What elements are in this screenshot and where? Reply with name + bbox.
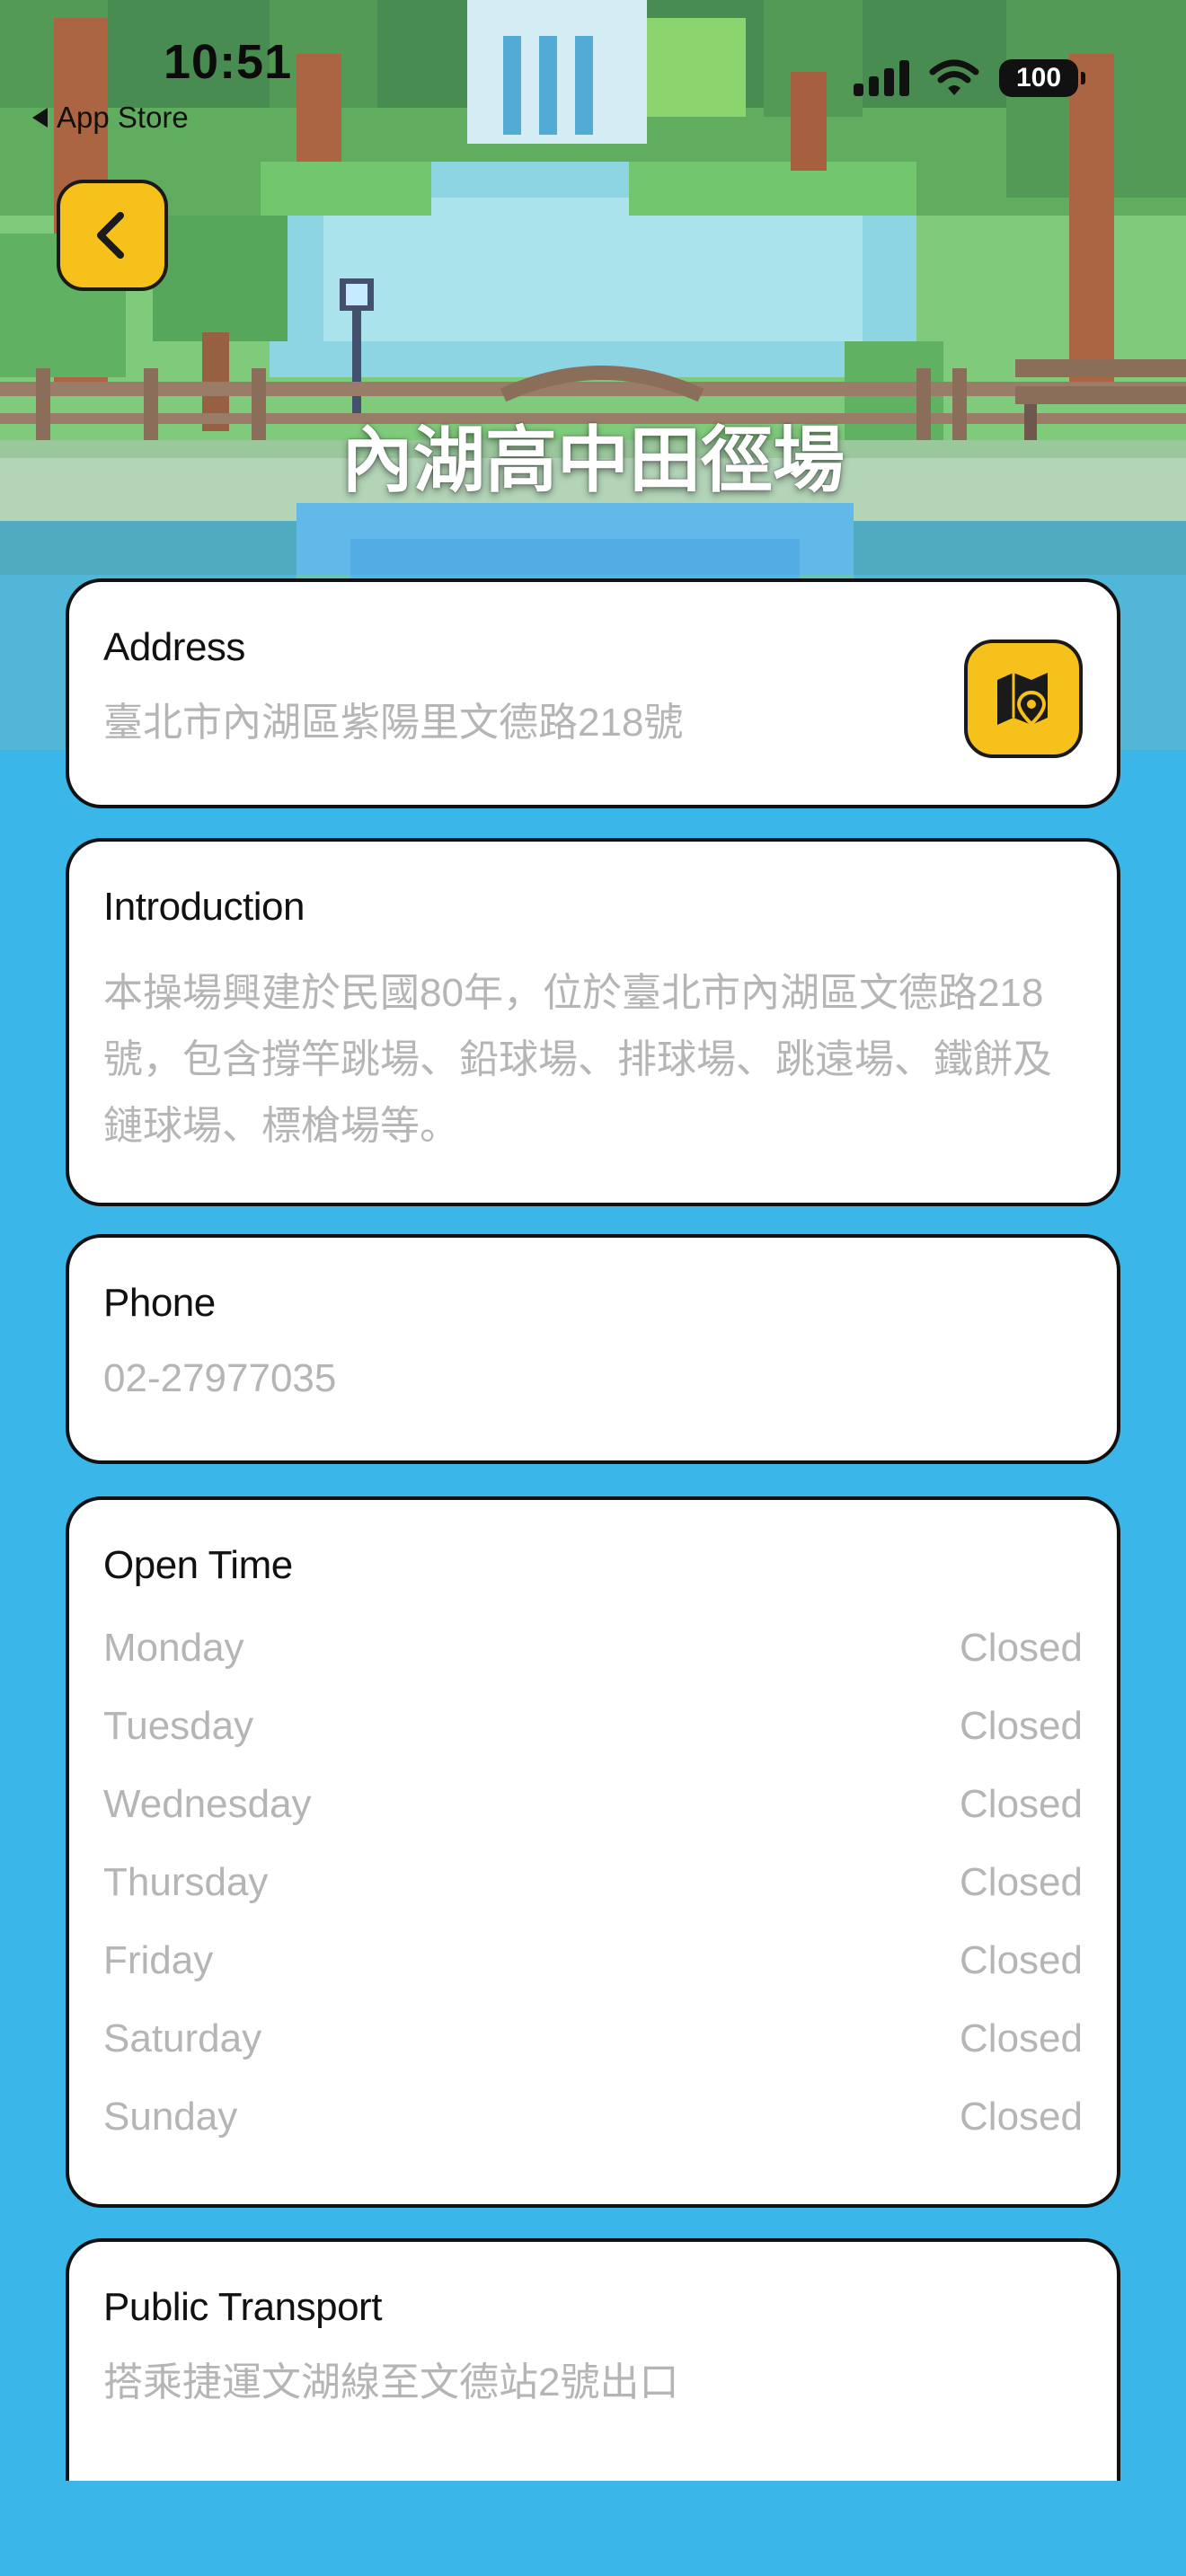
back-triangle-icon <box>32 108 48 128</box>
hours-row: Thursday Closed <box>103 1860 1083 1938</box>
phone-card: Phone 02-27977035 <box>66 1234 1120 1464</box>
day-status: Closed <box>960 1626 1083 1670</box>
map-location-icon <box>997 673 1048 727</box>
open-time-card: Open Time Monday Closed Tuesday Closed W… <box>66 1496 1120 2208</box>
hours-list: Monday Closed Tuesday Closed Wednesday C… <box>103 1626 1083 2173</box>
hours-row: Sunday Closed <box>103 2095 1083 2173</box>
address-label: Address <box>103 625 245 669</box>
day-name: Friday <box>103 1938 214 1982</box>
hours-row: Tuesday Closed <box>103 1704 1083 1782</box>
page-title: 內湖高中田徑場 <box>341 420 845 500</box>
introduction-card: Introduction 本操場興建於民國80年，位於臺北市內湖區文德路218 … <box>66 838 1120 1206</box>
status-icons: 100 <box>854 59 1085 97</box>
scroll-viewport[interactable]: Public Transport 搭乘捷運文湖線至文德站2號出口 <box>0 2228 1186 2481</box>
public-transport-value: 搭乘捷運文湖線至文德站2號出口 <box>103 2360 679 2404</box>
cellular-signal-icon <box>854 60 909 96</box>
back-to-app-link[interactable]: App Store <box>32 101 189 135</box>
day-name: Monday <box>103 1626 244 1670</box>
battery-icon: 100 <box>999 59 1085 97</box>
phone-value[interactable]: 02-27977035 <box>103 1345 336 1412</box>
back-button[interactable] <box>57 180 168 291</box>
hours-row: Wednesday Closed <box>103 1782 1083 1860</box>
open-map-button[interactable] <box>964 640 1083 758</box>
phone-label: Phone <box>103 1281 216 1325</box>
battery-level: 100 <box>1015 63 1062 93</box>
introduction-label: Introduction <box>103 885 305 929</box>
day-status: Closed <box>960 1704 1083 1748</box>
day-name: Sunday <box>103 2095 238 2139</box>
day-name: Wednesday <box>103 1782 312 1826</box>
day-status: Closed <box>960 2095 1083 2139</box>
introduction-line: 本操場興建於民國80年，位於臺北市內湖區文德路218 <box>103 971 1044 1015</box>
day-status: Closed <box>960 1782 1083 1826</box>
introduction-line: 號，包含撐竿跳場、鉛球場、排球場、跳遠場、鐵餅及 <box>103 1037 1052 1081</box>
day-status: Closed <box>960 1860 1083 1904</box>
day-status: Closed <box>960 1938 1083 1982</box>
hours-row: Saturday Closed <box>103 2016 1083 2095</box>
day-name: Thursday <box>103 1860 269 1904</box>
public-transport-card: Public Transport 搭乘捷運文湖線至文德站2號出口 <box>66 2238 1120 2481</box>
hours-row: Friday Closed <box>103 1938 1083 2016</box>
introduction-line: 鏈球場、標槍場等。 <box>103 1104 459 1148</box>
day-name: Saturday <box>103 2016 262 2060</box>
address-value: 臺北市內湖區紫陽里文德路218號 <box>103 701 684 745</box>
wifi-icon <box>929 59 979 95</box>
back-chevron-icon <box>97 212 124 259</box>
back-app-label: App Store <box>57 101 189 134</box>
introduction-text: 本操場興建於民國80年，位於臺北市內湖區文德路218 號，包含撐竿跳場、鉛球場、… <box>103 960 1092 1160</box>
day-status: Closed <box>960 2016 1083 2060</box>
day-name: Tuesday <box>103 1704 254 1748</box>
open-time-label: Open Time <box>103 1543 293 1587</box>
address-card: Address 臺北市內湖區紫陽里文德路218號 <box>66 578 1120 808</box>
public-transport-label: Public Transport <box>103 2285 382 2329</box>
hours-row: Monday Closed <box>103 1626 1083 1704</box>
status-time: 10:51 <box>164 35 293 89</box>
